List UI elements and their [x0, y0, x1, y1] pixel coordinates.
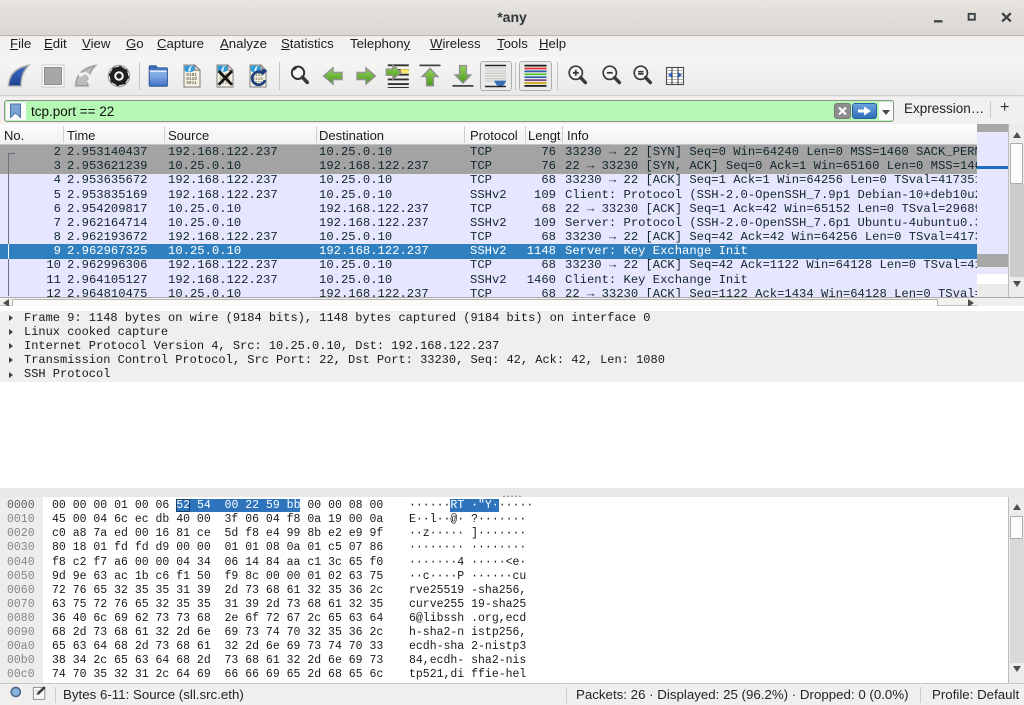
- svg-text:0011: 0011: [186, 81, 197, 86]
